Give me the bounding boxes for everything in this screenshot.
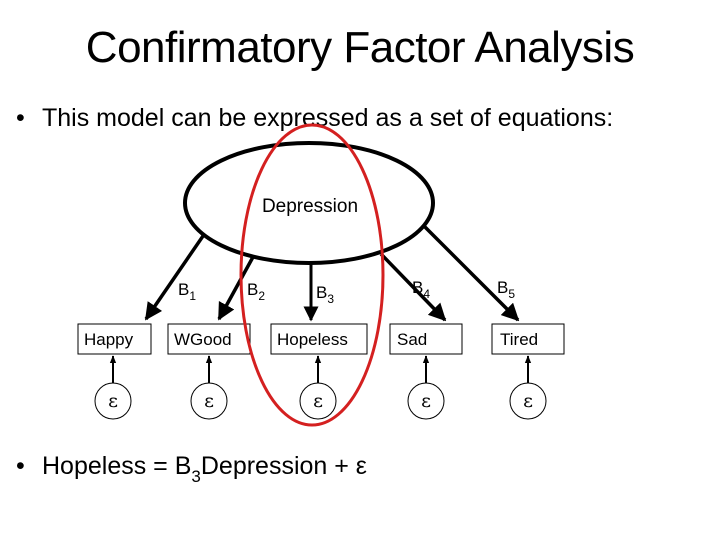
indicator-label: Happy <box>84 330 134 349</box>
error-term-happy: ε <box>94 382 132 420</box>
latent-factor-depression: Depression <box>183 141 435 265</box>
epsilon-symbol: ε <box>421 390 431 412</box>
indicator-label: Tired <box>500 330 538 349</box>
indicator-label: Sad <box>397 330 427 349</box>
epsilon-symbol: ε <box>523 390 533 412</box>
error-term-sad: ε <box>407 382 445 420</box>
loading-arrow-tired <box>422 224 520 322</box>
indicator-hopeless: Hopeless <box>270 323 368 355</box>
loading-label-b2: B2 <box>247 280 265 303</box>
equation-text: Hopeless = B3Depression + ε <box>42 451 367 486</box>
indicator-label: Hopeless <box>277 330 348 349</box>
equation-subscript: 3 <box>191 467 201 486</box>
indicator-tired: Tired <box>491 323 565 355</box>
equation-lhs: Hopeless = B <box>42 452 192 480</box>
indicator-happy: Happy <box>77 323 152 355</box>
error-term-hopeless: ε <box>299 382 337 420</box>
indicator-sad: Sad <box>389 323 463 355</box>
error-arrows <box>109 355 532 383</box>
error-term-wgood: ε <box>190 382 228 420</box>
epsilon-symbol: ε <box>204 390 214 412</box>
loading-label-b1: B1 <box>178 280 196 303</box>
loading-arrow-happy <box>144 235 205 321</box>
bullet-marker: • <box>16 452 25 480</box>
loading-label-b5: B5 <box>497 278 515 301</box>
factor-label: Depression <box>262 196 358 217</box>
indicator-wgood: WGood <box>167 323 251 355</box>
indicator-label: WGood <box>174 330 232 349</box>
epsilon-symbol: ε <box>313 390 323 412</box>
loading-label-b3: B3 <box>316 283 334 306</box>
equation-rhs: Depression + ε <box>200 452 367 480</box>
epsilon-symbol: ε <box>108 390 118 412</box>
error-term-tired: ε <box>509 382 547 420</box>
